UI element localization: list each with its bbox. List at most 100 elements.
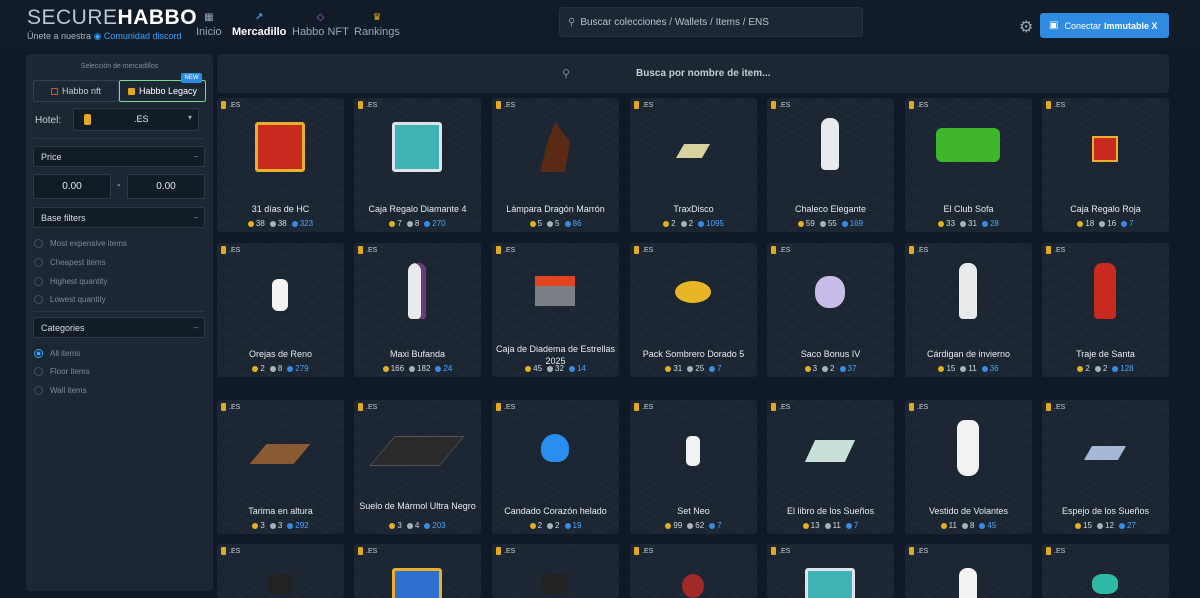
blue-gem-icon [424,220,431,227]
coin-icon [771,101,776,109]
hotel-tag: .ES [221,246,240,254]
blue-gem-icon [845,522,852,529]
nav-habbo-nft[interactable]: ◇ Habbo NFT [292,12,349,38]
logo[interactable]: SECUREHABBO [27,6,197,30]
hotel-tag: .ES [634,101,653,109]
radio-icon [34,367,43,376]
gold-coin-icon [252,365,259,372]
hotel-tag: .ES [1046,403,1065,411]
blue-gift-box-icon [392,568,442,598]
item-card[interactable]: .ES [767,544,894,598]
silver-coin-icon [1097,522,1104,529]
silver-coin-icon [1094,365,1101,372]
item-card[interactable]: .ES Lámpara Dragón Marrón 5 5 86 [492,98,619,232]
item-card[interactable]: .ES Saco Bonus IV 3 2 37 [767,243,894,377]
nav-mercadillo[interactable]: ↗ Mercadillo [232,12,286,38]
base-filters-accordion[interactable]: Base filters – [33,207,205,228]
market-tab-habbo-nft[interactable]: Habbo nft [33,80,119,102]
silver-count: 2 [1094,364,1107,373]
hotel-tag-label: .ES [642,403,654,411]
gear-icon[interactable]: ⚙ [1019,17,1033,37]
silver-value: 38 [277,219,287,228]
filters-sidebar: Selección de mercadillos Habbo nft Habbo… [26,54,213,591]
hotel-tag-label: .ES [1054,403,1066,411]
item-card[interactable]: .ES Pack Sombrero Dorado 5 31 25 7 [630,243,757,377]
item-card[interactable]: .ES Espejo de los Sueños 15 12 27 [1042,400,1169,534]
item-name: Caja Regalo Diamante 4 [368,204,467,214]
hotel-tag-label: .ES [229,403,241,411]
item-card[interactable]: .ES [492,544,619,598]
filter-lowest-quantity[interactable]: Lowest quantity [34,295,106,304]
item-card[interactable]: .ES Candado Corazón helado 2 2 19 [492,400,619,534]
blue-count: 7 [709,521,722,530]
category-floor-items[interactable]: Floor items [34,367,90,376]
item-card[interactable]: .ES Chaleco Elegante 59 55 169 [767,98,894,232]
price-accordion[interactable]: Price – [33,146,205,167]
item-card[interactable]: .ES [905,544,1032,598]
item-card[interactable]: .ES [1042,544,1169,598]
item-name: Candado Corazón helado [504,506,607,516]
blue-gem-icon [841,220,848,227]
item-card[interactable]: .ES Maxi Bufanda 166 182 24 [354,243,481,377]
item-card[interactable]: .ES El libro de los Sueños 13 11 7 [767,400,894,534]
category-all-items[interactable]: All items [34,349,80,358]
nav-rankings[interactable]: ♛ Rankings [354,12,400,38]
nav-inicio[interactable]: ▦ Inicio [196,12,222,38]
item-card[interactable]: .ES 31 días de HC 38 38 323 [217,98,344,232]
market-tab-habbo-legacy[interactable]: Habbo Legacy [119,80,206,102]
hotel-tag: .ES [221,101,240,109]
item-card[interactable]: .ES Caja Regalo Diamante 4 7 8 270 [354,98,481,232]
teal-gift-box-icon [392,122,442,172]
filter-most-expensive[interactable]: Most expensive items [34,239,127,248]
blue-count: 1095 [698,219,724,228]
filter-cheapest[interactable]: Cheapest items [34,258,106,267]
item-stats: 31 25 7 [630,364,757,373]
item-card[interactable]: .ES Set Neo 99 62 7 [630,400,757,534]
item-card[interactable]: .ES Orejas de Reno 2 8 279 [217,243,344,377]
blue-value: 292 [295,521,309,530]
item-card[interactable]: .ES TraxDisco 2 2 1095 [630,98,757,232]
connect-wallet-button[interactable]: ▣ Conectar Immutable X [1040,13,1169,38]
blue-value: 203 [432,521,446,530]
hotel-tag: .ES [496,246,515,254]
gold-value: 11 [948,521,957,530]
item-card[interactable]: .ES [217,544,344,598]
reindeer-ears-icon [272,279,288,311]
gold-value: 2 [537,521,543,530]
silver-value: 2 [555,521,560,530]
item-card[interactable]: .ES Vestido de Volantes 11 8 45 [905,400,1032,534]
price-min-input[interactable]: 0.00 [33,174,111,199]
item-card[interactable]: .ES Cárdigan de invierno 15 11 36 [905,243,1032,377]
hotel-tag: .ES [771,101,790,109]
filter-highest-quantity[interactable]: Highest quantity [34,277,107,286]
item-card[interactable]: .ES Caja Regalo Roja 18 16 7 [1042,98,1169,232]
bonus-bag-icon [815,276,845,308]
category-wall-items[interactable]: Wall items [34,386,87,395]
item-name: Vestido de Volantes [928,506,1009,516]
gold-value: 166 [390,364,405,373]
dream-mirror-icon [1083,446,1127,460]
price-max-input[interactable]: 0.00 [127,174,205,199]
silver-coin-icon [680,220,687,227]
gold-value: 2 [1085,364,1090,373]
item-search-input[interactable]: ⚲ Busca por nombre de item... [217,54,1169,93]
hotel-select[interactable]: .ES ▾ [73,108,199,131]
hotel-tag-label: .ES [917,246,929,254]
item-card[interactable]: .ES Traje de Santa 2 2 128 [1042,243,1169,377]
item-search-placeholder: Busca por nombre de item... [636,68,771,79]
item-card[interactable]: .ES [354,544,481,598]
global-search-input[interactable]: ⚲ Buscar colecciones / Wallets / Items /… [559,7,863,37]
item-card[interactable]: .ES El Club Sofa 33 31 28 [905,98,1032,232]
silver-count: 31 [960,219,977,228]
hotel-tag-label: .ES [504,246,516,254]
categories-accordion[interactable]: Categories – [33,317,205,338]
hotel-tag-label: .ES [779,246,791,254]
item-stats: 99 62 7 [630,521,757,530]
item-card[interactable]: .ES Caja de Diadema de Estrellas 2025 45 32… [492,243,619,377]
item-card[interactable]: .ES Tarima en altura 3 3 292 [217,400,344,534]
discord-link[interactable]: ◉ Comunidad discord [94,31,182,41]
item-card[interactable]: .ES [630,544,757,598]
silver-coin-icon [819,220,826,227]
item-card[interactable]: .ES Suelo de Mármol Ultra Negro 3 4 203 [354,400,481,534]
gold-coin-icon [247,220,254,227]
